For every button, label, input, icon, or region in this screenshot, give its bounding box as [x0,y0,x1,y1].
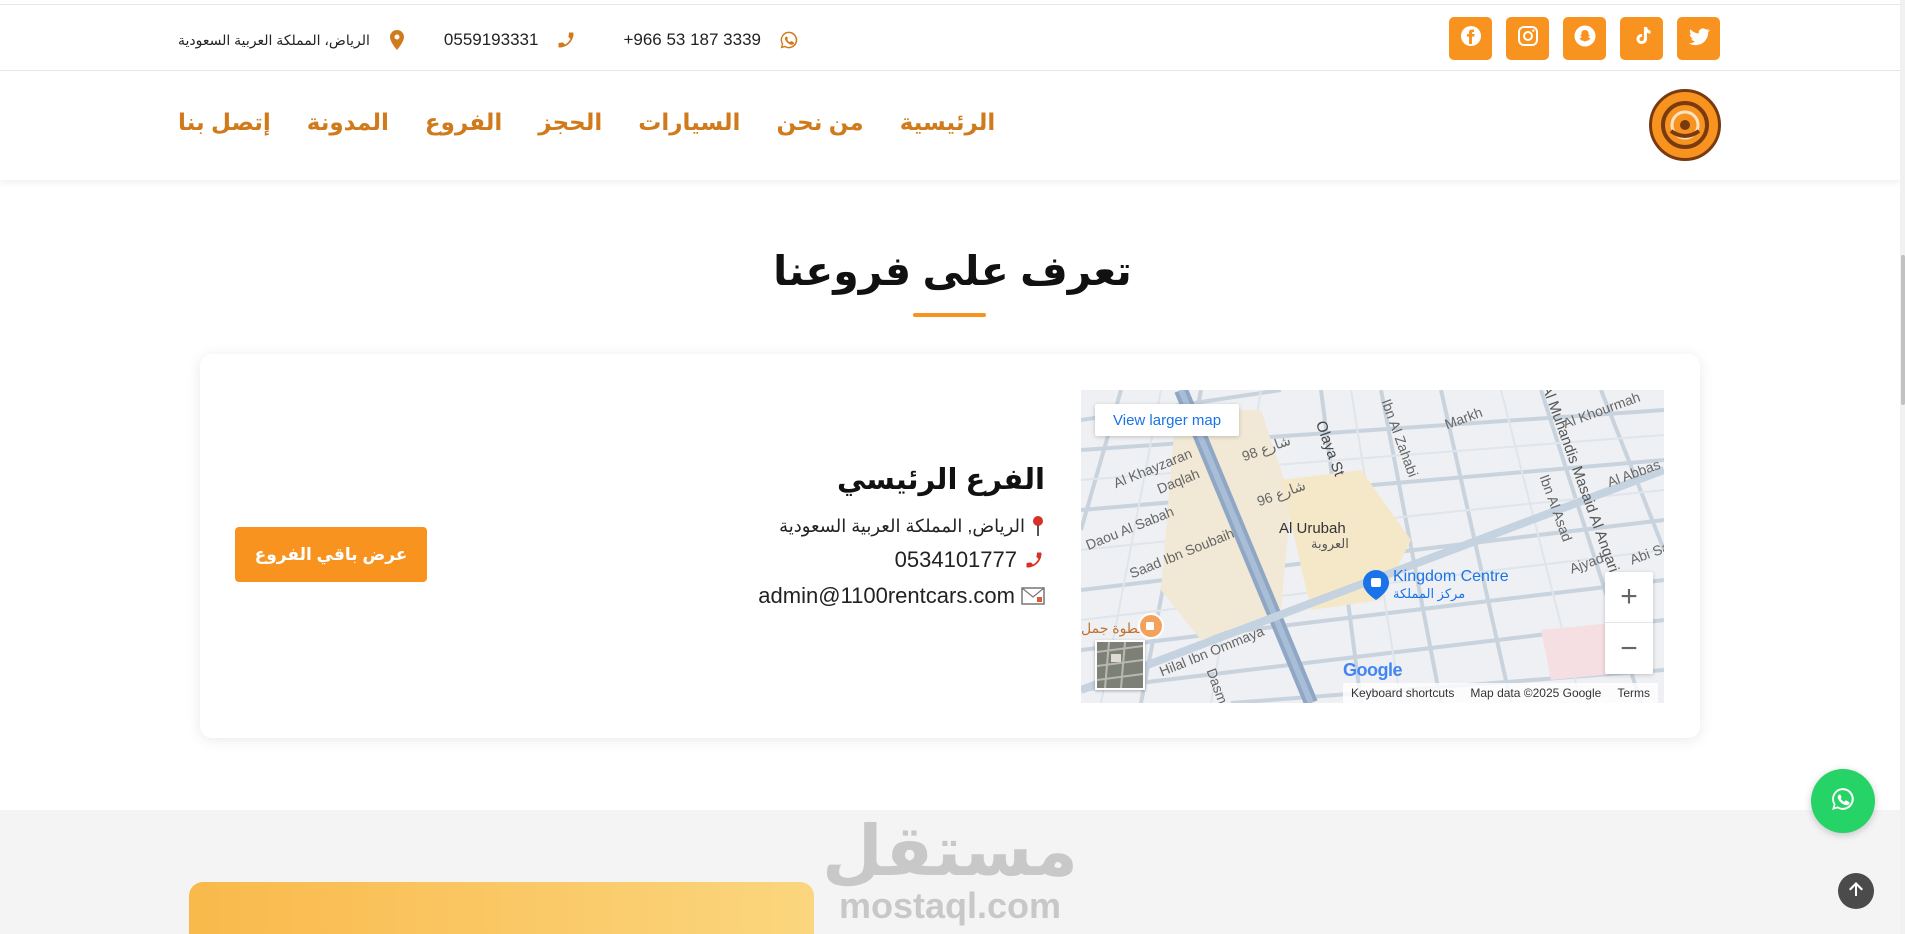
location-pin-icon [1363,570,1389,605]
mostaql-watermark: مستقل mostaql.com [800,815,1100,925]
facebook-icon [1459,24,1483,53]
map-marker-icon [389,30,404,50]
view-other-branches-button[interactable]: عرض باقي الفروع [235,527,427,582]
branch-address: الرياض, المملكة العربية السعودية [779,515,1025,536]
page-scrollbar-track[interactable] [1900,0,1905,934]
nav-about[interactable]: من نحن [776,109,863,136]
nav-links: الرئيسية من نحن السيارات الحجز الفروع ال… [178,109,995,136]
nav-home[interactable]: الرئيسية [900,109,996,136]
map-terms-link[interactable]: Terms [1617,686,1650,700]
twitter-icon [1687,24,1711,53]
nav-cars[interactable]: السيارات [638,109,740,136]
kingdom-centre-label-ar: مركز المملكة [1393,586,1466,601]
whatsapp-contact[interactable]: +966 53 187 3339 [623,30,799,50]
minus-icon: − [1620,631,1638,665]
whatsapp-chat-button[interactable] [1811,769,1875,833]
branch-phone[interactable]: 0534101777 [895,547,1017,573]
branch-map[interactable]: View larger map Al Khayzaran Daqlah Daou… [1081,390,1664,703]
tiktok-icon [1630,24,1654,53]
watermark-english: mostaql.com [838,885,1062,926]
branch-email[interactable]: admin@1100rentcars.com [758,583,1015,609]
steering-wheel-logo-icon [1661,101,1709,149]
satellite-toggle[interactable] [1095,640,1145,690]
google-logo: Google [1343,660,1403,680]
map-label: العروبة [1311,536,1349,551]
snapchat-icon [1573,24,1597,53]
nav-branches[interactable]: الفروع [425,109,502,136]
tiktok-button[interactable] [1620,17,1663,60]
whatsapp-icon [779,30,799,50]
zoom-out-button[interactable]: − [1605,623,1653,674]
pushpin-icon [1031,515,1045,537]
branch-info: الفرع الرئيسي الرياض, المملكة العربية ال… [758,462,1045,619]
instagram-button[interactable] [1506,17,1549,60]
map-footer: Keyboard shortcuts Map data ©2025 Google… [1343,683,1658,703]
branch-address-line: الرياض, المملكة العربية السعودية [758,515,1045,537]
section-title: تعرف على فروعنا [773,248,1132,294]
zoom-in-button[interactable]: + [1605,572,1653,623]
watermark-arabic: مستقل [821,812,1078,890]
top-bar: الرياض، المملكة العربية السعودية 0559193… [0,4,1900,71]
page-scrollbar-thumb[interactable] [1901,255,1905,405]
address-text: الرياض، المملكة العربية السعودية [178,31,370,48]
nav-blog[interactable]: المدونة [307,109,389,136]
social-links [1449,17,1720,60]
scroll-to-top-button[interactable] [1838,873,1874,909]
contact-info: الرياض، المملكة العربية السعودية 0559193… [178,28,799,52]
envelope-icon [1021,587,1045,605]
map-zoom-controls: + − [1605,572,1653,674]
keyboard-shortcuts-link[interactable]: Keyboard shortcuts [1351,686,1454,700]
site-logo[interactable] [1649,89,1721,161]
kingdom-centre-label[interactable]: Kingdom Centre [1393,568,1509,586]
whatsapp-number[interactable]: +966 53 187 3339 [623,30,761,50]
twitter-button[interactable] [1677,17,1720,60]
phone-icon [556,30,576,50]
address-contact: الرياض، المملكة العربية السعودية [178,30,404,50]
main-navbar: الرئيسية من نحن السيارات الحجز الفروع ال… [0,72,1900,180]
plus-icon: + [1620,580,1638,613]
nav-contact[interactable]: إتصل بنا [178,109,271,136]
nav-booking[interactable]: الحجز [538,109,602,136]
map-streets [1081,390,1664,703]
phone-contact[interactable]: 0559193331 [444,30,577,50]
satellite-thumbnail-icon [1096,641,1144,689]
page: الرياض، المملكة العربية السعودية 0559193… [0,0,1905,934]
map-data-text: Map data ©2025 Google [1470,686,1602,700]
promo-card [189,882,814,934]
title-underline [913,313,986,317]
branch-phone-line: 0534101777 [758,547,1045,573]
snapchat-button[interactable] [1563,17,1606,60]
branch-email-line: admin@1100rentcars.com [758,583,1045,609]
arrow-up-icon [1846,879,1866,904]
whatsapp-icon [1830,786,1856,817]
telephone-icon [1023,550,1045,570]
branch-name: الفرع الرئيسي [836,464,1045,496]
phone-number[interactable]: 0559193331 [444,30,539,50]
map-label: Al Urubah [1279,520,1346,537]
facebook-button[interactable] [1449,17,1492,60]
view-larger-map-link[interactable]: View larger map [1095,404,1240,436]
instagram-icon [1516,24,1540,53]
